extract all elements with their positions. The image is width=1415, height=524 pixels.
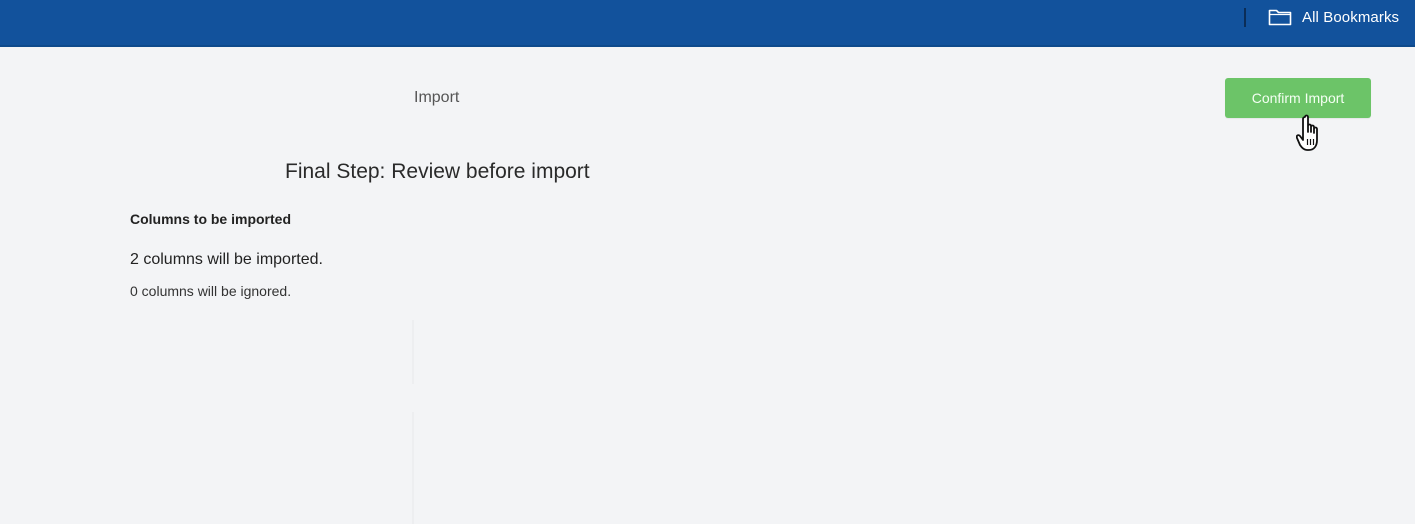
columns-section-heading: Columns to be imported <box>130 211 291 227</box>
folder-icon <box>1268 8 1292 26</box>
breadcrumb-import: Import <box>414 89 460 106</box>
all-bookmarks-link[interactable]: All Bookmarks <box>1268 6 1399 28</box>
hand-pointer-icon <box>1296 114 1318 151</box>
imported-columns-count: 2 columns will be imported. <box>130 251 323 268</box>
ignored-columns-count: 0 columns will be ignored. <box>130 283 292 299</box>
faint-divider <box>412 412 414 524</box>
page-title: Final Step: Review before import <box>285 160 590 183</box>
topbar-divider <box>1244 8 1246 27</box>
all-bookmarks-label: All Bookmarks <box>1302 8 1400 26</box>
faint-divider <box>412 320 414 384</box>
confirm-import-button[interactable]: Confirm Import <box>1225 78 1371 118</box>
top-navigation-bar: All Bookmarks <box>0 0 1415 47</box>
